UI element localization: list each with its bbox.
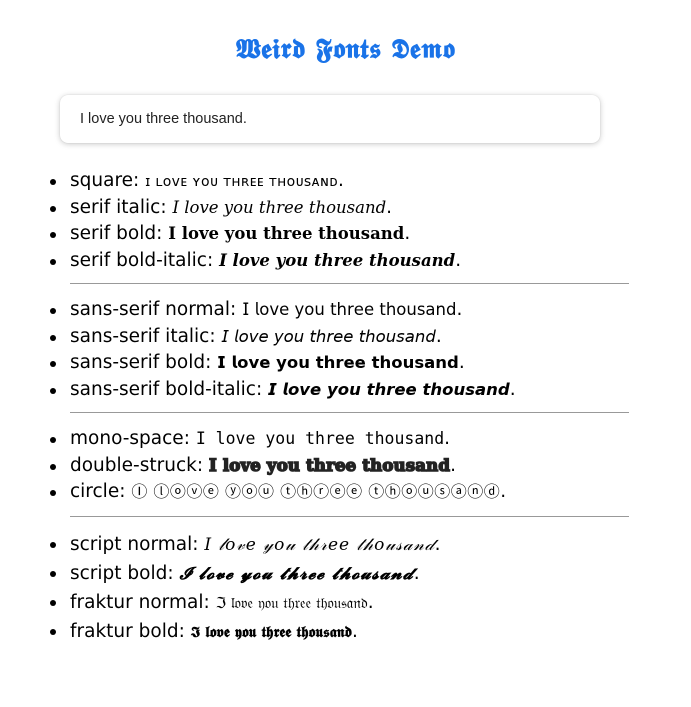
sample-terminator: . [500, 481, 507, 502]
font-group-script-fraktur: script normal: 𝐼 𝓁𝑜𝓋𝑒 𝓎𝑜𝓊 𝓉𝒽𝓇𝑒𝑒 𝓉𝒽𝑜𝓊𝓈𝒶𝓃𝒹… [0, 530, 440, 646]
sample-terminator: . [352, 621, 358, 642]
sample-terminator: . [435, 325, 442, 347]
label-separator: : [203, 592, 216, 613]
label-separator: : [209, 325, 222, 347]
sample-terminator: . [458, 352, 465, 373]
sample-terminator: . [404, 223, 411, 244]
font-sample-item: serif bold: 𝐈 𝐥𝐨𝐯𝐞 𝐲𝐨𝐮 𝐭𝐡𝐫𝐞𝐞 𝐭𝐡𝐨𝐮𝐬𝐚𝐧𝐝. [0, 221, 461, 248]
font-sample-text: 𝓘 𝓵𝓸𝓿𝓮 𝔂𝓸𝓾 𝓽𝓱𝓻𝓮𝓮 𝓽𝓱𝓸𝓾𝓼𝓪𝓷𝓭 [179, 564, 414, 584]
font-style-label: square [70, 170, 134, 191]
sample-terminator: . [386, 196, 393, 218]
font-sample-text: Ⓘ ⓛⓞⓥⓔ ⓨⓞⓤ ⓣⓗⓡⓔⓔ ⓣⓗⓞⓤⓢⓐⓝⓓ [131, 482, 501, 501]
label-separator: : [196, 454, 209, 476]
font-sample-item: fraktur normal: ℑ 𝔩𝔬𝔳𝔢 𝔶𝔬𝔲 𝔱𝔥𝔯𝔢𝔢 𝔱𝔥𝔬𝔲𝔰𝔞𝔫… [0, 588, 440, 617]
font-style-label: fraktur normal [70, 592, 204, 613]
font-style-label: sans-serif bold-italic [70, 378, 256, 400]
label-separator: : [160, 196, 173, 218]
label-separator: : [133, 170, 146, 191]
sample-terminator: . [434, 534, 441, 555]
font-sample-text: 𝙄 𝙡𝙤𝙫𝙚 𝙮𝙤𝙪 𝙩𝙝𝙧𝙚𝙚 𝙩𝙝𝙤𝙪𝙨𝙖𝙣𝙙 [268, 379, 510, 399]
font-sample-text: 𝐼 𝓁𝑜𝓋𝑒 𝓎𝑜𝓊 𝓉𝒽𝓇𝑒𝑒 𝓉𝒽𝑜𝓊𝓈𝒶𝓃𝒹 [204, 535, 435, 555]
label-separator: : [178, 621, 191, 642]
font-sample-text: 𝑰 𝒍𝒐𝒗𝒆 𝒚𝒐𝒖 𝒕𝒉𝒓𝒆𝒆 𝒕𝒉𝒐𝒖𝒔𝒂𝒏𝒅 [219, 250, 456, 270]
font-style-label: mono-space [70, 428, 184, 449]
group-divider [70, 516, 629, 517]
font-sample-text: ℑ 𝔩𝔬𝔳𝔢 𝔶𝔬𝔲 𝔱𝔥𝔯𝔢𝔢 𝔱𝔥𝔬𝔲𝔰𝔞𝔫𝔡 [215, 594, 368, 612]
text-input[interactable] [60, 95, 560, 143]
label-separator: : [156, 223, 169, 244]
font-sample-item: serif italic: 𝐼 𝑙𝑜𝑣𝑒 𝑦𝑜𝑢 𝑡ℎ𝑟𝑒𝑒 𝑡ℎ𝑜𝑢𝑠𝑎𝑛𝑑. [0, 195, 461, 222]
label-separator: : [119, 481, 132, 502]
font-style-label: sans-serif bold [70, 352, 206, 373]
label-separator: : [206, 249, 220, 271]
font-style-label: serif italic [70, 196, 161, 218]
font-sample-item: fraktur bold: 𝕴 𝖑𝖔𝖛𝖊 𝖞𝖔𝖚 𝖙𝖍𝖗𝖊𝖊 𝖙𝖍𝖔𝖚𝖘𝖆𝖓𝖉. [0, 617, 440, 646]
font-sample-text: 𝐈 𝐥𝐨𝐯𝐞 𝐲𝐨𝐮 𝐭𝐡𝐫𝐞𝐞 𝐭𝐡𝐨𝐮𝐬𝐚𝐧𝐝 [168, 224, 405, 243]
sample-terminator: . [337, 170, 344, 191]
font-sample-text: 𝐼 𝑙𝑜𝑣𝑒 𝑦𝑜𝑢 𝑡ℎ𝑟𝑒𝑒 𝑡ℎ𝑜𝑢𝑠𝑎𝑛𝑑 [172, 197, 387, 217]
sample-terminator: . [413, 563, 420, 584]
font-sample-item: sans-serif bold: 𝗜 𝗹𝗼𝘃𝗲 𝘆𝗼𝘂 𝘁𝗵𝗿𝗲𝗲 𝘁𝗵𝗼𝘂𝘀𝗮… [0, 350, 516, 377]
font-style-label: double-struck [70, 454, 197, 476]
font-sample-item: sans-serif normal: 𝖨 𝗅𝗈𝗏𝖾 𝗒𝗈𝗎 𝗍𝗁𝗋𝖾𝖾 𝗍𝗁𝗈𝗎… [0, 297, 516, 324]
text-input-container [60, 95, 600, 143]
font-sample-text: 𝙸 𝚕𝚘𝚟𝚎 𝚢𝚘𝚞 𝚝𝚑𝚛𝚎𝚎 𝚝𝚑𝚘𝚞𝚜𝚊𝚗𝚍 [195, 429, 445, 448]
font-style-label: script normal [70, 534, 193, 555]
font-group-misc: mono-space: 𝙸 𝚕𝚘𝚟𝚎 𝚢𝚘𝚞 𝚝𝚑𝚛𝚎𝚎 𝚝𝚑𝚘𝚞𝚜𝚊𝚗𝚍. do… [0, 426, 506, 506]
font-sample-item: sans-serif italic: 𝘐 𝘭𝘰𝘷𝘦 𝘺𝘰𝘶 𝘵𝘩𝘳𝘦𝘦 𝘵𝘩𝘰𝘶… [0, 324, 516, 351]
font-sample-item: script bold: 𝓘 𝓵𝓸𝓿𝓮 𝔂𝓸𝓾 𝓽𝓱𝓻𝓮𝓮 𝓽𝓱𝓸𝓾𝓼𝓪𝓷𝓭. [0, 559, 440, 588]
font-sample-item: square: ɪ ʟᴏᴠᴇ ʏᴏᴜ ᴛʜʀᴇᴇ ᴛʜᴏᴜsᴀɴᴅ. [0, 168, 461, 195]
label-separator: : [183, 428, 196, 449]
group-divider [70, 412, 629, 413]
font-sample-text: 𝖨 𝗅𝗈𝗏𝖾 𝗒𝗈𝗎 𝗍𝗁𝗋𝖾𝖾 𝗍𝗁𝗈𝗎𝗌𝖺𝗇𝖽 [242, 300, 457, 319]
font-style-label: circle [70, 481, 120, 502]
font-sample-item: double-struck: 𝕀 𝕝𝕠𝕧𝕖 𝕪𝕠𝕦 𝕥𝕙𝕣𝕖𝕖 𝕥𝕙𝕠𝕦𝕤𝕒𝕟𝕕… [0, 453, 506, 480]
font-sample-item: circle: Ⓘ ⓛⓞⓥⓔ ⓨⓞⓤ ⓣⓗⓡⓔⓔ ⓣⓗⓞⓤⓢⓐⓝⓓ. [0, 479, 506, 506]
font-style-label: sans-serif italic [70, 325, 210, 347]
sample-terminator: . [450, 454, 456, 476]
label-separator: : [230, 299, 243, 320]
sample-terminator: . [456, 299, 463, 320]
font-sample-text: 𝗜 𝗹𝗼𝘃𝗲 𝘆𝗼𝘂 𝘁𝗵𝗿𝗲𝗲 𝘁𝗵𝗼𝘂𝘀𝗮𝗻𝗱 [217, 353, 459, 372]
font-sample-text: 𝘐 𝘭𝘰𝘷𝘦 𝘺𝘰𝘶 𝘵𝘩𝘳𝘦𝘦 𝘵𝘩𝘰𝘶𝘴𝘢𝘯𝘥 [221, 326, 436, 346]
font-sample-text: 𝕴 𝖑𝖔𝖛𝖊 𝖞𝖔𝖚 𝖙𝖍𝖗𝖊𝖊 𝖙𝖍𝖔𝖚𝖘𝖆𝖓𝖉 [190, 623, 353, 641]
font-style-label: serif bold-italic [70, 249, 207, 271]
font-style-label: sans-serif normal [70, 299, 230, 320]
page-title: 𝖂𝖊𝖎𝖗𝖉 𝕱𝖔𝖓𝖙𝖘 𝕯𝖊𝖒𝖔 [235, 34, 456, 65]
label-separator: : [205, 352, 218, 373]
font-sample-item: mono-space: 𝙸 𝚕𝚘𝚟𝚎 𝚢𝚘𝚞 𝚝𝚑𝚛𝚎𝚎 𝚝𝚑𝚘𝚞𝚜𝚊𝚗𝚍. [0, 426, 506, 453]
font-sample-text: ɪ ʟᴏᴠᴇ ʏᴏᴜ ᴛʜʀᴇᴇ ᴛʜᴏᴜsᴀɴᴅ [145, 174, 338, 190]
font-sample-item: script normal: 𝐼 𝓁𝑜𝓋𝑒 𝓎𝑜𝓊 𝓉𝒽𝓇𝑒𝑒 𝓉𝒽𝑜𝓊𝓈𝒶𝓃𝒹… [0, 530, 440, 559]
font-style-label: serif bold [70, 223, 157, 244]
sample-terminator: . [367, 592, 374, 613]
label-separator: : [192, 534, 205, 555]
sample-terminator: . [455, 249, 462, 271]
sample-terminator: . [444, 428, 451, 449]
font-sample-item: serif bold-italic: 𝑰 𝒍𝒐𝒗𝒆 𝒚𝒐𝒖 𝒕𝒉𝒓𝒆𝒆 𝒕𝒉𝒐𝒖… [0, 248, 461, 275]
sample-terminator: . [509, 378, 516, 400]
font-style-label: fraktur bold [70, 621, 179, 642]
font-group-serif: square: ɪ ʟᴏᴠᴇ ʏᴏᴜ ᴛʜʀᴇᴇ ᴛʜᴏᴜsᴀɴᴅ. serif … [0, 168, 461, 274]
font-sample-item: sans-serif bold-italic: 𝙄 𝙡𝙤𝙫𝙚 𝙮𝙤𝙪 𝙩𝙝𝙧𝙚𝙚… [0, 377, 516, 404]
label-separator: : [167, 563, 180, 584]
label-separator: : [255, 378, 269, 400]
font-sample-text: 𝕀 𝕝𝕠𝕧𝕖 𝕪𝕠𝕦 𝕥𝕙𝕣𝕖𝕖 𝕥𝕙𝕠𝕦𝕤𝕒𝕟𝕕 [208, 455, 451, 475]
font-style-label: script bold [70, 563, 168, 584]
font-group-sans-serif: sans-serif normal: 𝖨 𝗅𝗈𝗏𝖾 𝗒𝗈𝗎 𝗍𝗁𝗋𝖾𝖾 𝗍𝗁𝗈𝗎… [0, 297, 516, 403]
group-divider [70, 283, 629, 284]
